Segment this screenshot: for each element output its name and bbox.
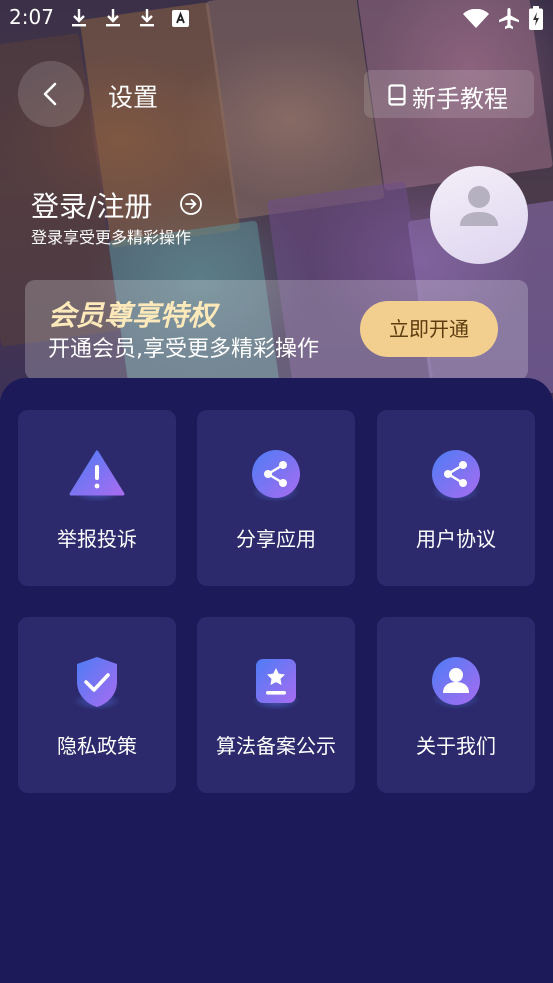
menu-item-user-agreement[interactable]: 用户协议	[377, 410, 535, 586]
menu-item-label: 隐私政策	[57, 734, 137, 758]
download-icon	[138, 8, 156, 32]
menu-item-label: 分享应用	[236, 527, 316, 551]
warning-icon	[69, 450, 125, 502]
tutorial-label: 新手教程	[412, 85, 508, 113]
font-a-icon	[172, 10, 189, 31]
page-title: 设置	[108, 83, 159, 112]
chevron-left-icon	[43, 82, 57, 106]
avatar[interactable]	[430, 166, 528, 264]
tutorial-button[interactable]: 新手教程	[364, 70, 534, 118]
share-icon	[432, 450, 480, 502]
vip-open-button[interactable]: 立即开通	[360, 301, 498, 357]
menu-item-label: 举报投诉	[57, 527, 137, 551]
settings-sheet: 举报投诉 分享应用 用户协议 隐私政策 算法备案公示 关于我们	[0, 378, 553, 983]
shield-check-icon	[73, 657, 121, 710]
menu-item-label: 用户协议	[416, 527, 496, 551]
vip-title: 会员尊享特权	[48, 299, 217, 332]
back-button[interactable]	[18, 61, 84, 127]
menu-item-algorithm-filing[interactable]: 算法备案公示	[197, 617, 355, 793]
status-time: 2:07	[9, 5, 54, 29]
menu-item-label: 算法备案公示	[216, 734, 336, 758]
battery-charging-icon	[529, 6, 543, 34]
status-bar: 2:07	[0, 0, 553, 38]
user-circle-icon	[432, 657, 480, 709]
vip-subtitle: 开通会员,享受更多精彩操作	[48, 337, 319, 362]
download-icon	[70, 8, 88, 32]
badge-star-icon	[252, 659, 300, 710]
login-link[interactable]: 登录/注册	[31, 185, 152, 225]
arrow-circle-right-icon[interactable]	[179, 192, 203, 216]
menu-item-privacy-policy[interactable]: 隐私政策	[18, 617, 176, 793]
airplane-icon	[497, 6, 521, 34]
login-subtitle: 登录享受更多精彩操作	[31, 228, 192, 247]
vip-banner: 会员尊享特权 开通会员,享受更多精彩操作 立即开通	[25, 280, 528, 380]
wifi-icon	[463, 8, 489, 33]
menu-item-label: 关于我们	[416, 734, 496, 758]
book-icon	[388, 84, 406, 106]
user-placeholder-icon	[460, 186, 498, 226]
download-icon	[104, 8, 122, 32]
menu-item-share-app[interactable]: 分享应用	[197, 410, 355, 586]
share-icon	[252, 450, 300, 502]
menu-item-report[interactable]: 举报投诉	[18, 410, 176, 586]
menu-item-about-us[interactable]: 关于我们	[377, 617, 535, 793]
